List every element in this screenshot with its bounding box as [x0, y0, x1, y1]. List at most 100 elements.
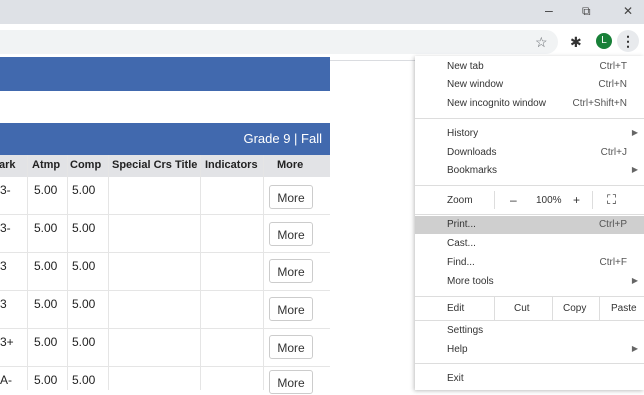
more-button[interactable]: More	[269, 259, 313, 283]
menu-item-label: Settings	[447, 325, 484, 336]
column-header-atmp: Atmp	[32, 159, 61, 171]
menu-item-new-window[interactable]: New window Ctrl+N	[415, 76, 644, 94]
menu-zoom-row: Zoom – 100% + ⛶	[415, 189, 644, 211]
menu-item-downloads[interactable]: Downloads Ctrl+J	[415, 144, 644, 162]
cut-button[interactable]: Cut	[514, 303, 530, 314]
menu-item-label: Print...	[447, 219, 476, 230]
submenu-arrow-icon: ▶	[631, 276, 638, 285]
comp-cell: 5.00	[72, 373, 96, 387]
grade-header: Grade 9 | Fall	[0, 123, 330, 155]
table-row: 3+ 5.00 5.00 More	[0, 329, 330, 367]
menu-item-label: Cast...	[447, 238, 476, 249]
column-header-comp: Comp	[70, 159, 102, 171]
menu-item-shortcut: Ctrl+J	[600, 147, 627, 158]
menu-item-help[interactable]: Help ▶	[415, 341, 644, 359]
menu-item-label: History	[447, 128, 479, 139]
menu-edit-row: Edit Cut Copy Paste	[415, 296, 644, 320]
page-spacer	[0, 91, 330, 123]
more-button[interactable]: More	[269, 335, 313, 359]
menu-item-bookmarks[interactable]: Bookmarks ▶	[415, 162, 644, 180]
table-row: 3 5.00 5.00 More	[0, 253, 330, 291]
menu-item-shortcut: Ctrl+T	[599, 61, 628, 72]
atmp-cell: 5.00	[34, 297, 58, 311]
close-icon[interactable]: ✕	[623, 4, 633, 18]
atmp-cell: 5.00	[34, 183, 58, 197]
comp-cell: 5.00	[72, 183, 96, 197]
atmp-cell: 5.00	[34, 373, 58, 387]
menu-separator	[415, 214, 644, 215]
column-header-mark: ark	[0, 159, 16, 171]
mark-cell: 3	[0, 297, 7, 311]
menu-separator	[415, 185, 644, 186]
menu-item-label: Find...	[447, 257, 475, 268]
more-button[interactable]: More	[269, 185, 313, 209]
mark-cell: 3+	[0, 335, 14, 349]
column-header-more: More	[277, 159, 304, 171]
zoom-level: 100%	[536, 195, 562, 206]
copy-button[interactable]: Copy	[563, 303, 586, 314]
menu-item-new-incognito[interactable]: New incognito window Ctrl+Shift+N	[415, 95, 644, 113]
table-row: A- 5.00 5.00 More	[0, 367, 330, 394]
zoom-label: Zoom	[447, 195, 473, 206]
menu-item-print[interactable]: Print... Ctrl+P	[415, 216, 644, 234]
menu-item-exit[interactable]: Exit	[415, 370, 644, 388]
menu-item-settings[interactable]: Settings	[415, 322, 644, 340]
menu-item-shortcut: Ctrl+P	[598, 219, 627, 230]
atmp-cell: 5.00	[34, 221, 58, 235]
edit-divider	[599, 296, 600, 320]
menu-item-label: More tools	[447, 276, 494, 287]
mark-cell: A-	[0, 373, 12, 387]
menu-item-find[interactable]: Find... Ctrl+F	[415, 254, 644, 272]
menu-item-cast[interactable]: Cast...	[415, 235, 644, 253]
more-button[interactable]: More	[269, 297, 313, 321]
more-button[interactable]: More	[269, 370, 313, 394]
extensions-icon[interactable]: ✱	[570, 34, 582, 50]
menu-item-history[interactable]: History ▶	[415, 125, 644, 143]
minimize-icon[interactable]: –	[545, 2, 553, 18]
mark-cell: 3-	[0, 221, 11, 235]
paste-button[interactable]: Paste	[611, 303, 637, 314]
profile-avatar[interactable]: L	[596, 33, 612, 49]
edit-divider	[552, 296, 553, 320]
submenu-arrow-icon: ▶	[631, 165, 638, 174]
mark-cell: 3	[0, 259, 7, 273]
edit-label: Edit	[447, 303, 465, 314]
menu-item-label: Help	[447, 344, 468, 355]
title-bar: – ⧉ ✕	[0, 0, 644, 24]
menu-item-label: Exit	[447, 373, 464, 384]
menu-item-new-tab[interactable]: New tab Ctrl+T	[415, 58, 644, 76]
grade-label: Grade 9 | Fall	[243, 131, 322, 146]
zoom-in-button[interactable]: +	[573, 193, 580, 207]
menu-item-more-tools[interactable]: More tools ▶	[415, 273, 644, 291]
restore-icon[interactable]: ⧉	[582, 4, 591, 19]
menu-item-label: New incognito window	[447, 98, 546, 109]
menu-separator	[415, 118, 644, 119]
zoom-out-button[interactable]: –	[510, 193, 517, 207]
menu-separator	[415, 320, 644, 321]
fullscreen-icon[interactable]: ⛶	[607, 192, 616, 208]
chrome-menu-button[interactable]: ⋮	[617, 30, 639, 52]
menu-item-label: Bookmarks	[447, 165, 498, 176]
menu-item-shortcut: Ctrl+N	[598, 79, 627, 90]
comp-cell: 5.00	[72, 335, 96, 349]
table-header: ark Atmp Comp Special Crs Title Indicato…	[0, 155, 330, 177]
page-header-banner	[0, 57, 330, 91]
menu-item-shortcut: Ctrl+Shift+N	[572, 98, 627, 109]
table-row: 3- 5.00 5.00 More	[0, 177, 330, 215]
menu-item-label: New window	[447, 79, 504, 90]
atmp-cell: 5.00	[34, 259, 58, 273]
edit-divider	[494, 296, 495, 320]
address-bar[interactable]	[0, 30, 558, 54]
comp-cell: 5.00	[72, 259, 96, 273]
bookmark-star-icon[interactable]: ☆	[535, 34, 548, 50]
zoom-divider	[494, 191, 495, 209]
comp-cell: 5.00	[72, 221, 96, 235]
column-header-indicators: Indicators	[205, 159, 258, 171]
submenu-arrow-icon: ▶	[631, 128, 638, 137]
menu-item-label: New tab	[447, 61, 484, 72]
table-row: 3- 5.00 5.00 More	[0, 215, 330, 253]
menu-separator	[415, 363, 644, 364]
more-button[interactable]: More	[269, 222, 313, 246]
atmp-cell: 5.00	[34, 335, 58, 349]
submenu-arrow-icon: ▶	[631, 344, 638, 353]
